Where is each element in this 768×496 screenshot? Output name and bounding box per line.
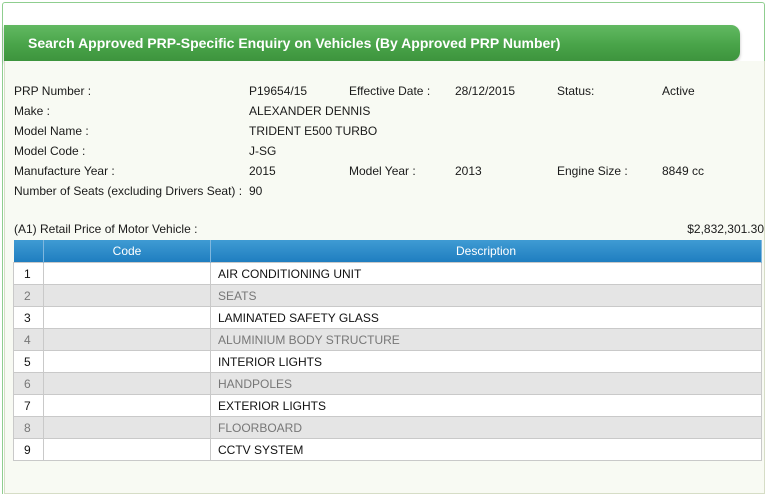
row-code bbox=[43, 438, 211, 461]
title-bar: Search Approved PRP-Specific Enquiry on … bbox=[4, 25, 740, 61]
row-description: CCTV SYSTEM bbox=[210, 438, 762, 461]
row-code bbox=[43, 284, 211, 307]
engine-size-label: Engine Size : bbox=[557, 164, 628, 178]
table-header-row: Code Description bbox=[13, 240, 762, 263]
row-code bbox=[43, 416, 211, 439]
column-header-number bbox=[13, 240, 44, 263]
row-description: LAMINATED SAFETY GLASS bbox=[210, 306, 762, 329]
accessories-table: Code Description 1 AIR CONDITIONING UNIT… bbox=[13, 240, 762, 461]
row-number: 3 bbox=[13, 306, 44, 329]
model-name-label: Model Name : bbox=[14, 124, 89, 138]
table-row[interactable]: 4 ALUMINIUM BODY STRUCTURE bbox=[13, 328, 762, 351]
row-code bbox=[43, 350, 211, 373]
table-row[interactable]: 8 FLOORBOARD bbox=[13, 416, 762, 439]
row-description: INTERIOR LIGHTS bbox=[210, 350, 762, 373]
model-name-value: TRIDENT E500 TURBO bbox=[249, 124, 378, 138]
table-row[interactable]: 6 HANDPOLES bbox=[13, 372, 762, 395]
table-row[interactable]: 2 SEATS bbox=[13, 284, 762, 307]
make-label: Make : bbox=[14, 104, 51, 118]
table-row[interactable]: 7 EXTERIOR LIGHTS bbox=[13, 394, 762, 417]
status-label: Status: bbox=[557, 84, 595, 98]
column-header-code[interactable]: Code bbox=[43, 240, 211, 263]
row-number: 7 bbox=[13, 394, 44, 417]
row-description: SEATS bbox=[210, 284, 762, 307]
row-number: 5 bbox=[13, 350, 44, 373]
retail-price-label: (A1) Retail Price of Motor Vehicle : bbox=[14, 222, 198, 236]
row-code bbox=[43, 394, 211, 417]
row-code bbox=[43, 306, 211, 329]
column-header-description[interactable]: Description bbox=[210, 240, 762, 263]
row-description: FLOORBOARD bbox=[210, 416, 762, 439]
table-row[interactable]: 3 LAMINATED SAFETY GLASS bbox=[13, 306, 762, 329]
status-value: Active bbox=[662, 84, 695, 98]
effective-date-value: 28/12/2015 bbox=[455, 84, 516, 98]
model-code-label: Model Code : bbox=[14, 144, 86, 158]
model-year-label: Model Year : bbox=[349, 164, 416, 178]
engine-size-value: 8849 cc bbox=[662, 164, 705, 178]
table-row[interactable]: 5 INTERIOR LIGHTS bbox=[13, 350, 762, 373]
row-number: 8 bbox=[13, 416, 44, 439]
row-code bbox=[43, 372, 211, 395]
table-row[interactable]: 1 AIR CONDITIONING UNIT bbox=[13, 262, 762, 285]
seats-label: Number of Seats (excluding Drivers Seat)… bbox=[14, 184, 243, 198]
row-description: EXTERIOR LIGHTS bbox=[210, 394, 762, 417]
effective-date-label: Effective Date : bbox=[349, 84, 431, 98]
row-number: 9 bbox=[13, 438, 44, 461]
table-row[interactable]: 9 CCTV SYSTEM bbox=[13, 438, 762, 461]
row-number: 4 bbox=[13, 328, 44, 351]
model-code-value: J-SG bbox=[249, 144, 277, 158]
retail-price-value: $2,832,301.30 bbox=[687, 222, 764, 236]
seats-value: 90 bbox=[249, 184, 263, 198]
row-number: 6 bbox=[13, 372, 44, 395]
manufacture-year-value: 2015 bbox=[249, 164, 276, 178]
row-number: 1 bbox=[13, 262, 44, 285]
make-value: ALEXANDER DENNIS bbox=[249, 104, 371, 118]
row-number: 2 bbox=[13, 284, 44, 307]
manufacture-year-label: Manufacture Year : bbox=[14, 164, 115, 178]
row-description: ALUMINIUM BODY STRUCTURE bbox=[210, 328, 762, 351]
row-code bbox=[43, 262, 211, 285]
prp-number-label: PRP Number : bbox=[14, 84, 92, 98]
page-title: Search Approved PRP-Specific Enquiry on … bbox=[28, 35, 561, 51]
row-code bbox=[43, 328, 211, 351]
prp-number-value: P19654/15 bbox=[249, 84, 308, 98]
model-year-value: 2013 bbox=[455, 164, 482, 178]
row-description: AIR CONDITIONING UNIT bbox=[210, 262, 762, 285]
row-description: HANDPOLES bbox=[210, 372, 762, 395]
